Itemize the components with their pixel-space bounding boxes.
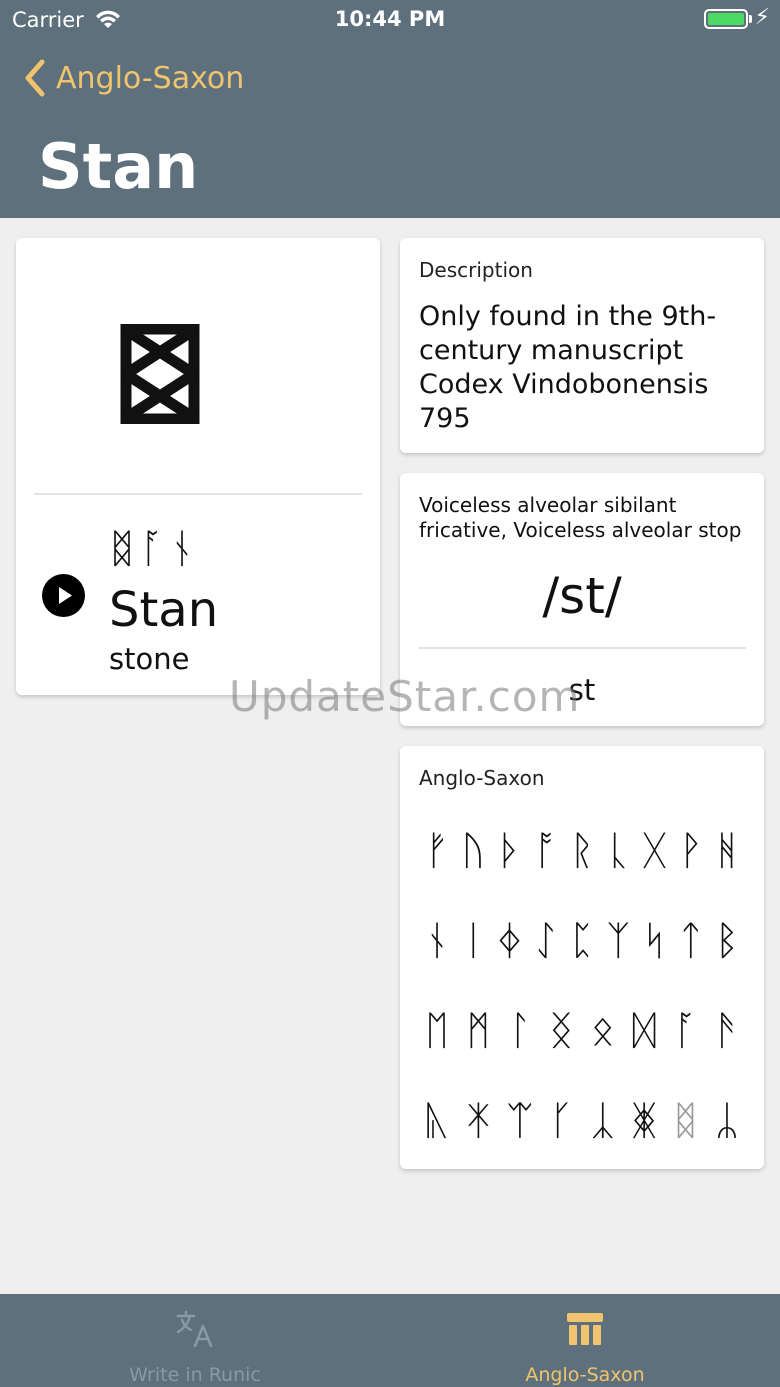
rune-button[interactable]: ᚾ [420, 918, 454, 964]
tab-bar: Write in Runic Anglo-Saxon [0, 1294, 780, 1387]
back-button[interactable]: Anglo-Saxon [22, 58, 244, 98]
description-card: Description Only found in the 9th-centur… [400, 238, 764, 453]
rune-button[interactable]: ᛝ [544, 1008, 578, 1054]
rune-row: ᛖ ᛗ ᛚ ᛝ ᛟ ᛞ ᚪ ᚫ [420, 1008, 744, 1054]
rune-button[interactable]: ᚠ [420, 828, 454, 874]
rune-button[interactable]: ᛤ [627, 1098, 661, 1144]
rune-button[interactable]: ᚫ [710, 1008, 744, 1054]
sound-divider [418, 647, 746, 649]
rune-button[interactable]: ᛏ [674, 918, 708, 964]
rune-button[interactable]: ᛈ [565, 918, 599, 964]
rune-button[interactable]: ᛒ [710, 918, 744, 964]
rune-button[interactable]: ᛚ [503, 1008, 537, 1054]
description-label: Description [419, 258, 533, 282]
rune-button[interactable]: ᛠ [503, 1098, 537, 1144]
rune-button[interactable]: ᛡ [461, 1098, 495, 1144]
watermark: UpdateStar.com [229, 672, 581, 721]
battery-tip [749, 15, 752, 23]
rune-name: Stan [109, 582, 219, 638]
chevron-left-icon [25, 59, 45, 97]
status-bar: Carrier 10:44 PM ⚡ [0, 0, 780, 40]
rune-button[interactable]: ᛣ [586, 1098, 620, 1144]
tab-write-in-runic[interactable]: Write in Runic [0, 1294, 390, 1387]
rune-button[interactable]: ᛇ [529, 918, 563, 964]
card-divider [34, 493, 362, 495]
alphabet-card: Anglo-Saxon ᚠ ᚢ ᚦ ᚩ ᚱ ᚳ ᚷ ᚹ ᚻ ᚾ ᛁ ᛄ ᛇ ᛈ … [400, 746, 764, 1169]
rune-button[interactable]: ᛋ [638, 918, 672, 964]
word-runes: ᛥᚪᚾ [110, 526, 200, 572]
tab-anglo-saxon[interactable]: Anglo-Saxon [390, 1294, 780, 1387]
back-label: Anglo-Saxon [56, 60, 245, 96]
translate-icon [176, 1310, 213, 1348]
rune-row: ᚠ ᚢ ᚦ ᚩ ᚱ ᚳ ᚷ ᚹ ᚻ [420, 828, 744, 874]
rune-button[interactable]: ᛗ [461, 1008, 495, 1054]
rune-button[interactable]: ᚹ [674, 828, 708, 874]
play-icon[interactable] [42, 574, 85, 617]
rune-button[interactable]: ᚱ [565, 828, 599, 874]
rune-button[interactable]: ᛁ [456, 918, 490, 964]
rune-button[interactable]: ᛉ [601, 918, 635, 964]
page-title: Stan [38, 130, 199, 203]
rune-button[interactable]: ᛟ [586, 1008, 620, 1054]
stan-rune-icon [120, 324, 200, 424]
rune-row: ᚾ ᛁ ᛄ ᛇ ᛈ ᛉ ᛋ ᛏ ᛒ [420, 918, 744, 964]
rune-meaning: stone [109, 642, 190, 676]
battery-icon [704, 9, 748, 29]
charging-icon: ⚡ [754, 5, 770, 30]
rune-button[interactable]: ᛞ [627, 1008, 661, 1054]
rune-button[interactable]: ᚩ [529, 828, 563, 874]
rune-button[interactable]: ᚴ [544, 1098, 578, 1144]
ipa-text: /st/ [542, 567, 622, 625]
rune-button[interactable]: ᚷ [638, 828, 672, 874]
sound-description: Voiceless alveolar sibilant fricative, V… [419, 493, 742, 542]
rune-button[interactable]: ᚣ [420, 1098, 454, 1144]
rune-button[interactable]: ᛦ [710, 1098, 744, 1144]
rune-button[interactable]: ᚢ [456, 828, 490, 874]
columns-icon [567, 1313, 603, 1345]
tab-label: Anglo-Saxon [525, 1364, 645, 1386]
rune-button-selected[interactable]: ᛥ [669, 1098, 703, 1144]
header-bar: Carrier 10:44 PM ⚡ Anglo-Saxon Stan [0, 0, 780, 218]
rune-row: ᚣ ᛡ ᛠ ᚴ ᛣ ᛤ ᛥ ᛦ [420, 1098, 744, 1144]
rune-button[interactable]: ᚻ [710, 828, 744, 874]
tab-label: Write in Runic [129, 1364, 261, 1386]
rune-button[interactable]: ᚪ [669, 1008, 703, 1054]
description-text: Only found in the 9th-century manuscript… [419, 301, 717, 434]
rune-button[interactable]: ᚳ [601, 828, 635, 874]
rune-card: ᛥᚪᚾ Stan stone [16, 238, 380, 695]
alphabet-label: Anglo-Saxon [419, 766, 545, 790]
rune-button[interactable]: ᚦ [493, 828, 527, 874]
rune-button[interactable]: ᛖ [420, 1008, 454, 1054]
rune-button[interactable]: ᛄ [493, 918, 527, 964]
clock: 10:44 PM [334, 7, 446, 31]
